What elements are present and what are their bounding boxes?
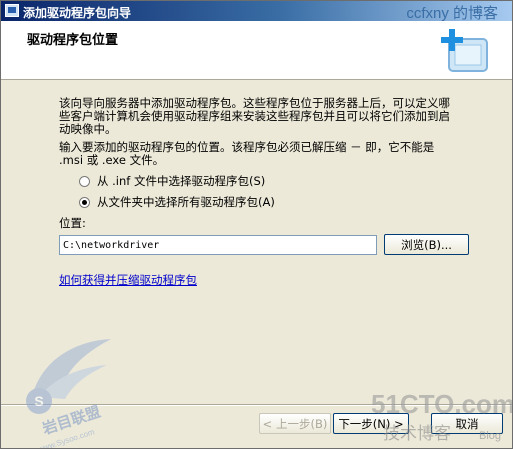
driver-package-plus-icon	[441, 29, 488, 72]
sysoo-watermark: S 岩目联盟 www.Sysoo.com	[26, 339, 111, 448]
back-button[interactable]: < 上一步(B)	[259, 413, 331, 434]
radio-button-icon[interactable]	[79, 175, 90, 187]
51cto-caption: 技术博客	[383, 424, 451, 444]
51cto-blog: Blog	[479, 430, 501, 442]
wizard-window: 添加驱动程序包向导 ccfxny 的博客 驱动程序包位置 该向导向服务器中添加驱…	[0, 0, 513, 449]
blog-watermark: ccfxny 的博客	[406, 5, 498, 22]
option-folder[interactable]: 从文件夹中选择所有驱动程序包(A)	[79, 194, 275, 210]
wizard-description: 该向导向服务器中添加驱动程序包。这些程序包位于服务器上后，可以定义哪些客户端计算…	[59, 96, 450, 136]
option-inf-file-label: 从 .inf 文件中选择驱动程序包(S)	[97, 174, 266, 188]
wizard-header: 驱动程序包位置	[1, 21, 512, 80]
location-instruction: 输入要添加的驱动程序包的位置。该程序包必须已解压缩 － 即，它不能是 .msi …	[59, 140, 435, 167]
wizard-window-icon	[5, 4, 19, 17]
location-input[interactable]	[59, 235, 377, 255]
radio-button-icon[interactable]	[79, 196, 90, 208]
title-bar[interactable]: 添加驱动程序包向导 ccfxny 的博客	[1, 1, 512, 22]
sysoo-logo-letter: S	[34, 393, 43, 409]
window-title: 添加驱动程序包向导	[23, 6, 132, 20]
page-title: 驱动程序包位置	[27, 33, 119, 48]
51cto-brand: 51CTO.com	[371, 389, 513, 419]
help-link[interactable]: 如何获得并压缩驱动程序包	[59, 272, 197, 288]
location-label: 位置:	[59, 216, 86, 230]
browse-button[interactable]: 浏览(B)...	[384, 234, 469, 255]
option-folder-label: 从文件夹中选择所有驱动程序包(A)	[97, 195, 275, 209]
51cto-watermark: 51CTO.com 技术博客 Blog	[371, 389, 513, 444]
option-inf-file[interactable]: 从 .inf 文件中选择驱动程序包(S)	[79, 173, 265, 189]
